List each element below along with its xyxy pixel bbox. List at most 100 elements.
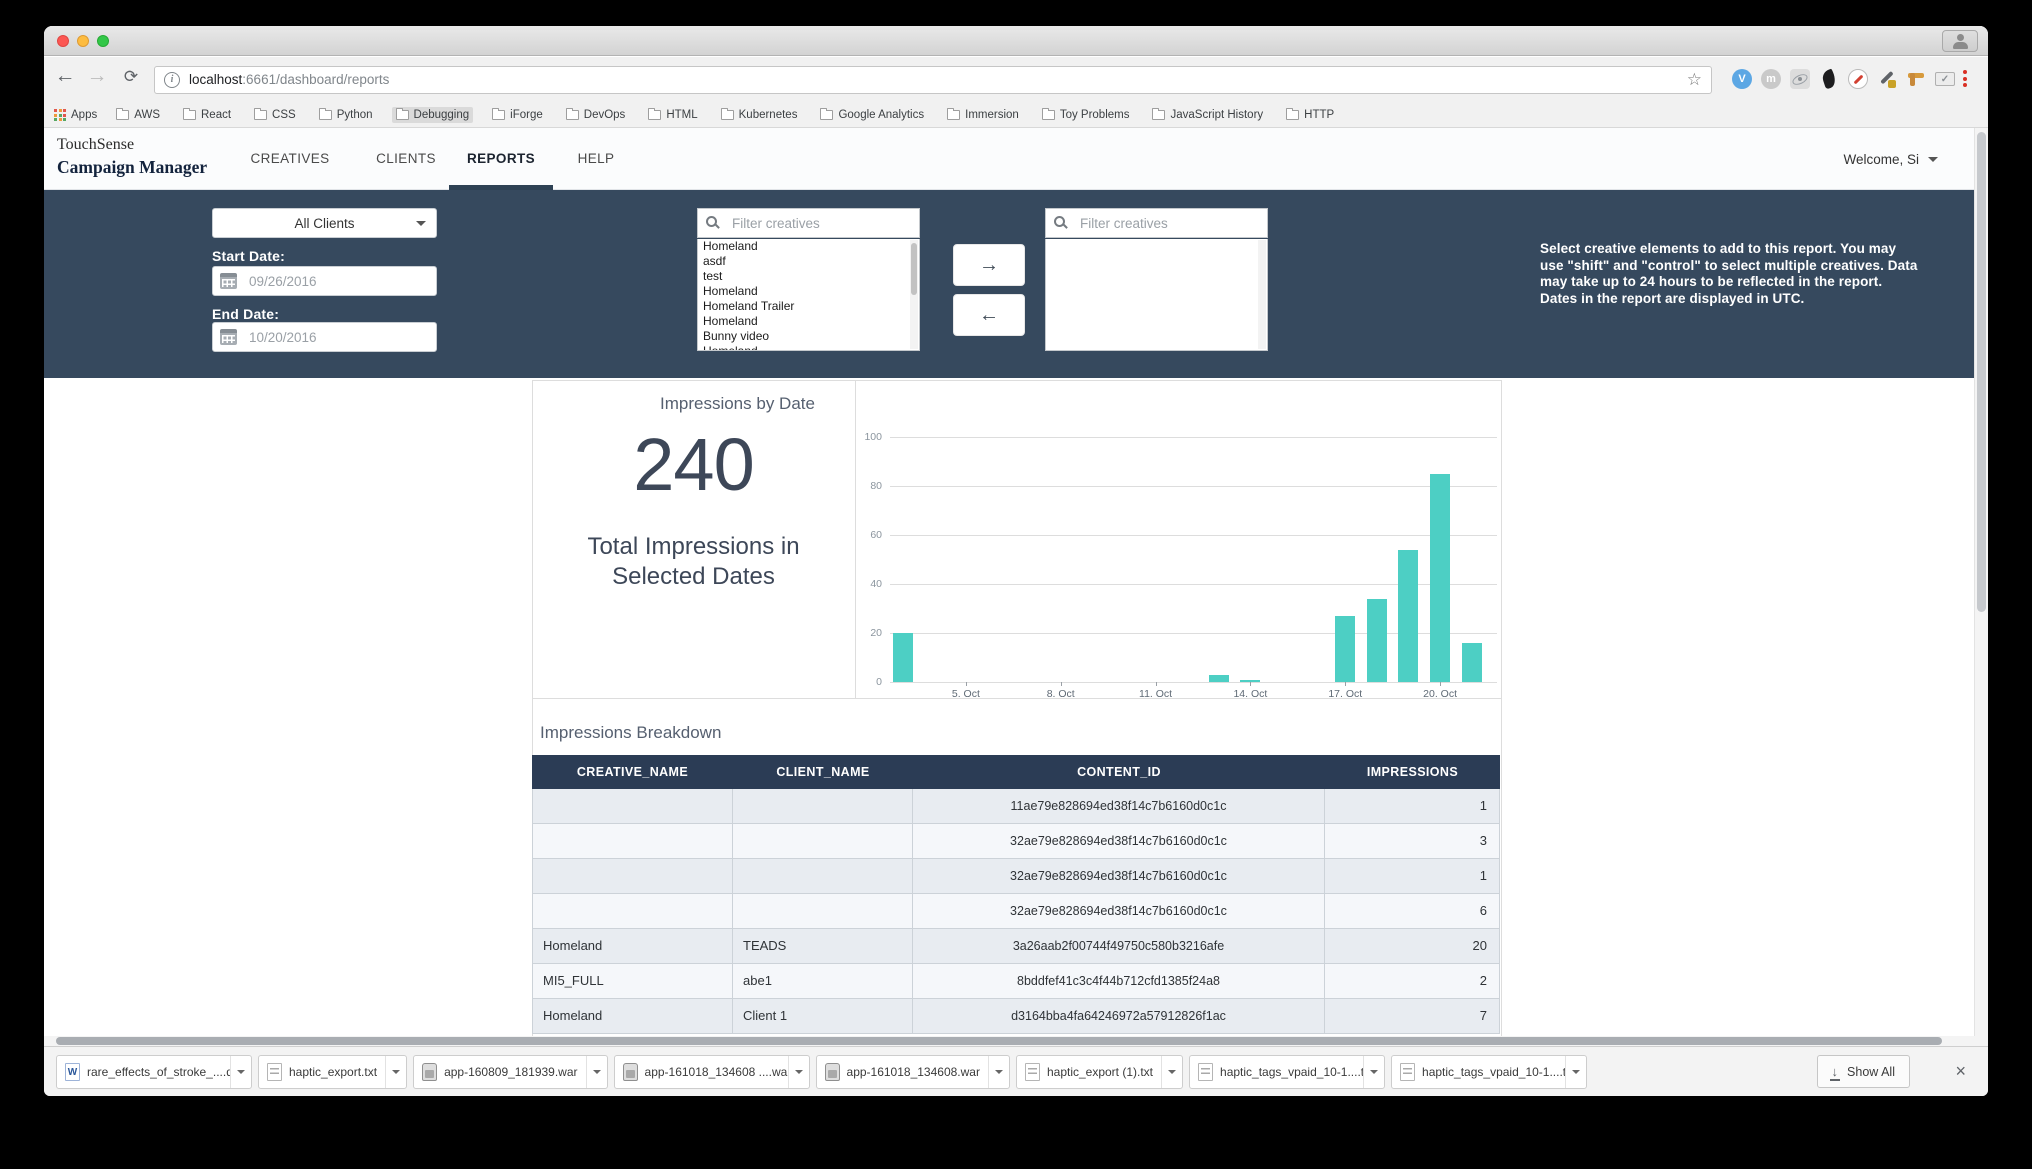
x-axis-label: 8. Oct <box>1031 688 1091 700</box>
atom-icon[interactable] <box>1790 69 1810 89</box>
tab-reports[interactable]: REPORTS <box>449 128 553 190</box>
column-header: CLIENT_NAME <box>733 755 913 789</box>
mail-icon[interactable]: ✓ <box>1935 72 1955 86</box>
folder-icon <box>1042 110 1055 120</box>
back-icon[interactable]: ← <box>52 64 78 88</box>
x-axis-tick <box>1061 682 1062 686</box>
vertical-scrollbar[interactable] <box>1974 128 1988 1036</box>
bookmark-item[interactable]: Immersion <box>943 107 1023 123</box>
available-creatives-filter-input[interactable] <box>730 209 915 237</box>
pen-icon[interactable] <box>1848 69 1868 89</box>
jar-file-icon <box>825 1063 840 1081</box>
bookmark-item[interactable]: Kubernetes <box>717 107 802 123</box>
bookmark-item[interactable]: Toy Problems <box>1038 107 1134 123</box>
creative-list-item[interactable]: Homeland <box>698 284 919 299</box>
available-creatives-search[interactable] <box>697 208 920 238</box>
creative-list-item[interactable]: Bunny video <box>698 329 919 344</box>
selected-creatives-search[interactable] <box>1045 208 1268 238</box>
download-item[interactable]: app-160809_181939.war <box>413 1055 607 1089</box>
gridline <box>890 437 1497 438</box>
tab-help[interactable]: HELP <box>572 128 620 190</box>
report-help-text: Select creative elements to add to this … <box>1540 241 1918 307</box>
bookmark-item[interactable]: iForge <box>488 107 547 123</box>
bookmark-item[interactable]: CSS <box>250 107 300 123</box>
close-window-button[interactable] <box>57 35 69 47</box>
table-cell <box>532 859 733 893</box>
download-item-menu[interactable] <box>1363 1056 1384 1088</box>
download-item[interactable]: haptic_export (1).txt <box>1016 1055 1183 1089</box>
creative-list-item[interactable]: Homeland <box>698 314 919 329</box>
bookmark-item[interactable]: Google Analytics <box>816 107 928 123</box>
listbox-scrollbar[interactable] <box>1258 240 1266 349</box>
bookmark-item[interactable]: React <box>179 107 235 123</box>
creative-list-item[interactable]: Homeland <box>698 239 919 254</box>
bookmark-item[interactable]: HTTP <box>1282 107 1338 123</box>
download-item[interactable]: app-161018_134608 ....war <box>614 1055 810 1089</box>
monosnap-icon[interactable]: m <box>1761 69 1781 89</box>
download-item-menu[interactable] <box>230 1056 251 1088</box>
download-item-menu[interactable] <box>1161 1056 1182 1088</box>
page-info-icon[interactable]: i <box>164 72 180 88</box>
tab-creatives[interactable]: CREATIVES <box>234 128 346 190</box>
creative-list-item[interactable]: test <box>698 269 919 284</box>
download-item[interactable]: rare_effects_of_stroke_....doc <box>56 1055 252 1089</box>
client-select[interactable]: All Clients <box>212 208 437 238</box>
available-creatives-list[interactable]: HomelandasdftestHomelandHomeland Trailer… <box>697 239 920 351</box>
end-date-field[interactable] <box>212 322 437 352</box>
bookmark-item[interactable]: DevOps <box>562 107 630 123</box>
zoom-window-button[interactable] <box>97 35 109 47</box>
remove-creative-button[interactable]: ← <box>953 294 1025 336</box>
creative-list-item[interactable]: Homeland <box>698 344 919 351</box>
close-downloads-icon[interactable]: × <box>1955 1060 1966 1082</box>
download-item-menu[interactable] <box>586 1056 607 1088</box>
reload-icon[interactable]: ⟳ <box>118 67 144 87</box>
download-item[interactable]: haptic_tags_vpaid_10-1....txt <box>1189 1055 1385 1089</box>
selected-creatives-filter-input[interactable] <box>1078 209 1263 237</box>
clamp-icon[interactable] <box>1906 69 1926 89</box>
selected-creatives-list[interactable] <box>1045 239 1268 351</box>
table-row: 11ae79e828694ed38f14c7b6160d0c1c1 <box>532 789 1500 824</box>
bookmark-item[interactable]: Python <box>315 107 377 123</box>
end-date-input[interactable] <box>212 322 437 352</box>
eyedropper-icon[interactable] <box>1877 69 1897 89</box>
horizontal-scroll-thumb[interactable] <box>56 1037 1942 1045</box>
download-item-menu[interactable] <box>788 1056 809 1088</box>
download-item-menu[interactable] <box>1565 1056 1586 1088</box>
user-menu[interactable]: Welcome, Si <box>1843 128 1938 190</box>
vertical-scroll-thumb[interactable] <box>1977 132 1986 612</box>
table-cell: 3 <box>1325 824 1500 858</box>
add-creative-button[interactable]: → <box>953 244 1025 286</box>
address-bar[interactable]: i localhost:6661/dashboard/reports ☆ <box>154 66 1712 94</box>
creative-list-item[interactable]: Homeland Trailer <box>698 299 919 314</box>
browser-toolbar: ← → ⟳ i localhost:6661/dashboard/reports… <box>44 57 1988 103</box>
horizontal-scrollbar[interactable] <box>44 1036 1988 1046</box>
table-cell: 7 <box>1325 999 1500 1033</box>
download-item[interactable]: haptic_export.txt <box>258 1055 407 1089</box>
listbox-scrollbar[interactable] <box>910 240 918 349</box>
bar <box>1398 550 1418 682</box>
download-item-menu[interactable] <box>988 1056 1009 1088</box>
start-date-input[interactable] <box>212 266 437 296</box>
bookmark-item[interactable]: AWS <box>112 107 164 123</box>
download-item[interactable]: app-161018_134608.war <box>816 1055 1010 1089</box>
bookmark-item[interactable]: HTML <box>644 107 701 123</box>
download-item[interactable]: haptic_tags_vpaid_10-1....txt <box>1391 1055 1587 1089</box>
forward-icon[interactable]: → <box>84 64 110 88</box>
window-titlebar[interactable] <box>44 26 1988 56</box>
apps-shortcut[interactable]: Apps <box>54 109 97 121</box>
tab-clients[interactable]: CLIENTS <box>362 128 450 190</box>
download-item-menu[interactable] <box>385 1056 406 1088</box>
browser-menu-icon[interactable] <box>1962 70 1968 90</box>
listbox-scroll-thumb[interactable] <box>911 243 917 295</box>
creative-list-item[interactable]: asdf <box>698 254 919 269</box>
bookmark-star-icon[interactable]: ☆ <box>1687 70 1702 90</box>
bookmark-item[interactable]: JavaScript History <box>1148 107 1267 123</box>
minimize-window-button[interactable] <box>77 35 89 47</box>
bookmark-item[interactable]: Debugging <box>392 107 474 123</box>
show-all-downloads-button[interactable]: ↓ Show All <box>1817 1055 1910 1088</box>
table-cell: Client 1 <box>733 999 913 1033</box>
vimium-icon[interactable]: V <box>1732 69 1752 89</box>
browser-profile-button[interactable] <box>1942 30 1978 52</box>
claw-icon[interactable] <box>1819 69 1839 89</box>
start-date-field[interactable] <box>212 266 437 296</box>
